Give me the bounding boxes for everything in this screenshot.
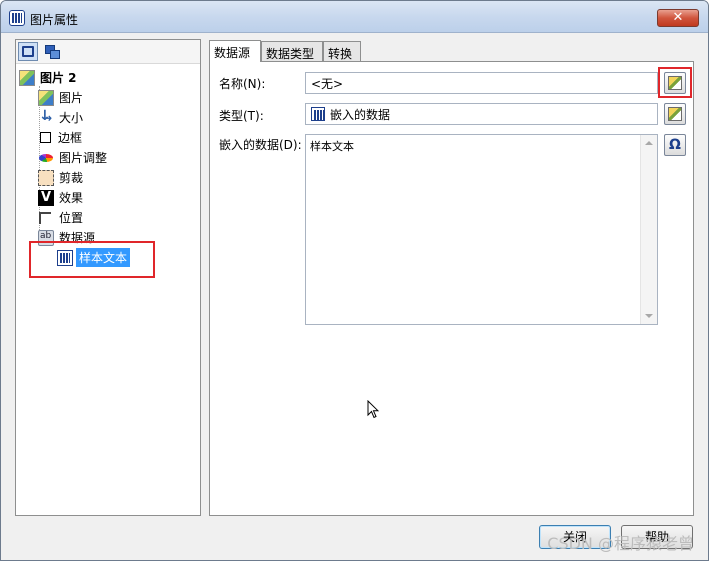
tree-root[interactable]: 图片 2 — [19, 68, 77, 87]
border-icon — [40, 132, 51, 143]
embedded-data-label: 嵌入的数据(D): — [219, 138, 302, 152]
tree-item-picture[interactable]: 图片 — [38, 88, 83, 107]
tree-item-label: 位置 — [59, 211, 84, 225]
effect-icon — [38, 189, 54, 206]
tree-item-label: 剪裁 — [59, 171, 84, 185]
picture-icon — [19, 69, 35, 86]
size-icon — [38, 108, 54, 126]
tab-transform[interactable]: 转换 — [323, 41, 361, 62]
highlight-box-tree — [29, 241, 155, 278]
type-field[interactable]: 嵌入的数据 — [305, 103, 658, 125]
datasource-wizard-icon — [668, 107, 682, 121]
tree-item-position[interactable]: 位置 — [38, 208, 83, 227]
tab-datasource[interactable]: 数据源 — [209, 40, 261, 62]
mouse-cursor-icon — [367, 400, 379, 419]
scroll-up-icon[interactable] — [645, 141, 653, 145]
app-icon — [9, 10, 25, 26]
tree-item-label: 图片 — [59, 91, 84, 105]
name-field[interactable]: <无> — [305, 72, 658, 94]
omega-icon: Ω — [669, 137, 681, 153]
type-value: 嵌入的数据 — [330, 107, 391, 122]
tree-item-label: 大小 — [59, 111, 84, 125]
tree-item-label: 图片调整 — [59, 151, 108, 165]
name-label: 名称(N): — [219, 77, 266, 91]
tree-root-label: 图片 2 — [40, 71, 77, 85]
tree-item-label: 效果 — [59, 191, 84, 205]
window-title: 图片属性 — [30, 13, 79, 27]
tree-item-size[interactable]: 大小 — [38, 108, 83, 127]
layer-view-button[interactable] — [42, 42, 62, 61]
tree-item-label: 边框 — [58, 131, 83, 145]
name-value: <无> — [311, 77, 344, 91]
highlight-box-button — [658, 67, 692, 98]
object-frame-icon — [22, 46, 34, 57]
position-icon — [38, 210, 54, 226]
embedded-data-value: 样本文本 — [310, 140, 354, 153]
picture-icon — [38, 89, 54, 106]
tree-toolbar — [16, 40, 200, 64]
close-window-button[interactable]: ✕ — [657, 9, 699, 27]
title-bar: 图片属性 ✕ — [1, 1, 708, 33]
properties-dialog: 图片属性 ✕ 图片 2 图片 大小 — [0, 0, 709, 561]
edit-type-button[interactable] — [664, 103, 686, 125]
crop-icon — [38, 169, 54, 186]
watermark: CSDN @程序猿老曾 — [547, 534, 694, 553]
embedded-data-textarea[interactable]: 样本文本 — [305, 134, 658, 325]
object-view-button[interactable] — [18, 42, 38, 61]
tree-item-adjust[interactable]: 图片调整 — [38, 148, 107, 167]
type-label: 类型(T): — [219, 109, 264, 123]
tree-item-border[interactable]: 边框 — [38, 128, 82, 147]
tab-datatype[interactable]: 数据类型 — [261, 41, 323, 62]
datasource-panel: 名称(N): <无> 类型(T): 嵌入的数据 嵌入的数据(D): 样本文本 Ω — [209, 61, 694, 516]
tree-item-crop[interactable]: 剪裁 — [38, 168, 83, 187]
insert-special-char-button[interactable]: Ω — [664, 134, 686, 156]
textarea-scrollbar[interactable] — [640, 135, 657, 324]
tree-item-effect[interactable]: 效果 — [38, 188, 83, 207]
color-adjust-icon — [38, 150, 54, 166]
embedded-data-icon — [311, 107, 325, 121]
scroll-down-icon[interactable] — [645, 314, 653, 318]
